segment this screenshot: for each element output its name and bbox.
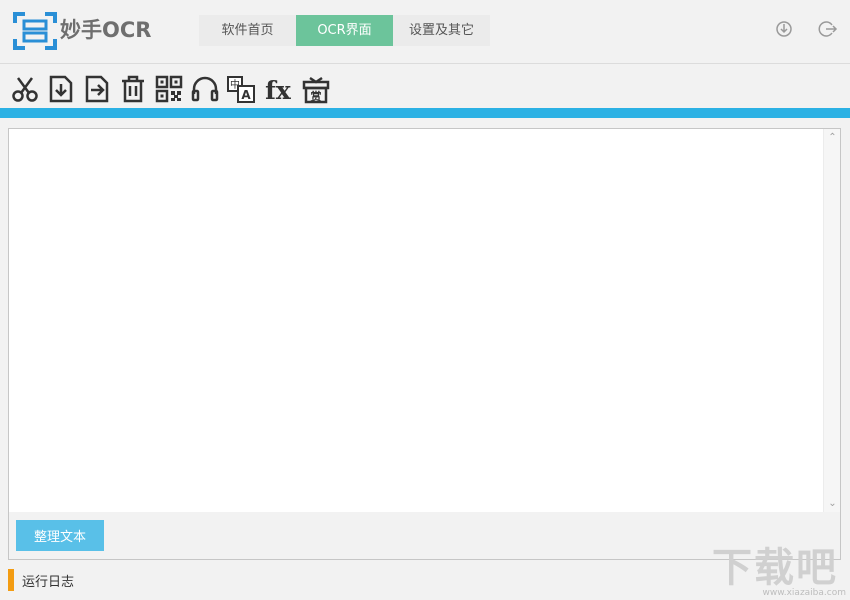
headphones-icon[interactable]: [190, 74, 220, 104]
scissors-icon[interactable]: [10, 74, 40, 104]
scroll-down-icon[interactable]: ⌄: [824, 495, 841, 512]
tab-ocr[interactable]: OCR界面: [296, 15, 393, 46]
watermark-text: 下载吧: [712, 545, 838, 591]
scroll-up-icon[interactable]: ⌃: [824, 129, 841, 146]
export-file-icon[interactable]: [82, 74, 112, 104]
reward-gift-icon[interactable]: 赏: [301, 74, 331, 104]
watermark-url: www.xiazaiba.com: [762, 588, 846, 598]
ocr-result-textarea[interactable]: [10, 130, 824, 512]
translate-icon[interactable]: 中 A: [226, 74, 256, 104]
svg-text:A: A: [241, 88, 251, 102]
trash-icon[interactable]: [118, 74, 148, 104]
log-title: 运行日志: [22, 574, 75, 590]
editor-frame: ⌃ ⌄ 整理文本: [8, 128, 841, 560]
tidy-text-button[interactable]: 整理文本: [16, 520, 104, 551]
svg-text:赏: 赏: [311, 89, 322, 103]
download-icon[interactable]: [773, 18, 795, 40]
exit-icon[interactable]: [817, 18, 839, 40]
import-file-icon[interactable]: [46, 74, 76, 104]
toolbar: 中 A fx 赏: [0, 64, 850, 108]
app-title: 妙手OCR: [60, 18, 152, 42]
log-marker: [8, 569, 14, 591]
svg-text:fx: fx: [265, 76, 292, 104]
tab-settings[interactable]: 设置及其它: [393, 15, 490, 46]
title-bar: 妙手OCR 软件首页 OCR界面 设置及其它: [0, 0, 850, 64]
qr-code-icon[interactable]: [154, 74, 184, 104]
log-header: 运行日志: [8, 568, 74, 592]
accent-bar: [0, 108, 850, 118]
app-logo-icon: [13, 12, 57, 50]
formula-fx-icon[interactable]: fx: [262, 74, 294, 105]
tab-home[interactable]: 软件首页: [199, 15, 296, 46]
main-nav: 软件首页 OCR界面 设置及其它: [199, 15, 490, 46]
vertical-scrollbar[interactable]: ⌃ ⌄: [823, 129, 840, 512]
watermark: 下载吧 www.xiazaiba.com: [712, 546, 848, 598]
